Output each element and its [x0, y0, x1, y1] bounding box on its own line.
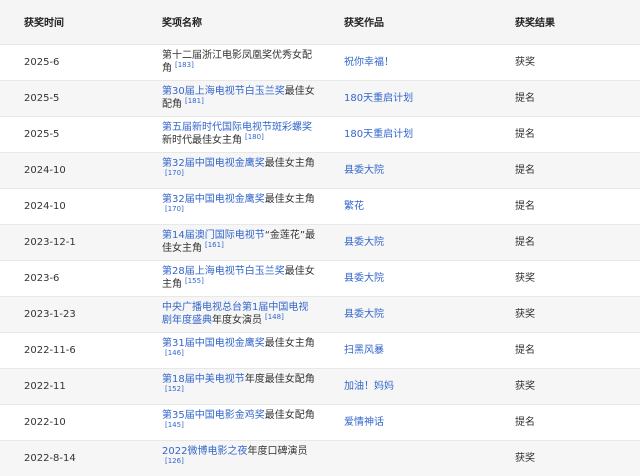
reference-link[interactable]: [180]	[245, 133, 264, 141]
header-award-date: 获奖时间	[24, 18, 64, 30]
award-name-text: 最佳女主角	[264, 338, 315, 349]
award-name: 第32届中国电视金鹰奖最佳女主角 [170]	[141, 152, 322, 188]
award-work-link[interactable]: 县委大院	[322, 224, 494, 260]
reference-link[interactable]: [145]	[165, 421, 184, 429]
award-work-link[interactable]: 爱情神话	[322, 404, 494, 440]
award-name-link[interactable]: 第32届中国电视金鹰奖	[162, 158, 265, 169]
table-row: 2023-6 第28届上海电视节白玉兰奖最佳女主角 [155] 县委大院 获奖	[0, 260, 640, 296]
award-name-link[interactable]: 第28届上海电视节白玉兰奖	[162, 266, 285, 277]
award-work-link[interactable]: 祝你幸福！	[322, 44, 494, 80]
award-date: 2024-10	[24, 200, 66, 212]
table-row: 2022-10 第35届中国电影金鸡奖最佳女配角 [145] 爱情神话 提名	[0, 404, 640, 440]
table-row: 2022-8-14 2022微博电影之夜年度口碑演员 [126] 获奖	[0, 440, 640, 476]
award-date: 2023-12-1	[24, 236, 76, 248]
award-result: 提名	[515, 128, 535, 140]
award-name: 第28届上海电视节白玉兰奖最佳女主角 [155]	[141, 260, 322, 296]
reference-link[interactable]: [170]	[165, 169, 184, 177]
award-date: 2025-5	[24, 128, 60, 140]
award-name: 第18届中美电视节年度最佳女配角 [152]	[141, 368, 322, 404]
award-work-link[interactable]: 县委大院	[322, 296, 494, 332]
header-award-work: 获奖作品	[344, 18, 384, 30]
award-result: 提名	[515, 344, 535, 356]
header-award-result: 获奖结果	[515, 18, 555, 30]
table-row: 2025-5 第30届上海电视节白玉兰奖最佳女配角 [181] 180天重启计划 提名	[0, 80, 640, 116]
award-name-text: 最佳女配角	[264, 410, 315, 421]
award-result: 提名	[515, 92, 535, 104]
award-name: 第十二届浙江电影凤凰奖优秀女配角 [183]	[141, 44, 322, 80]
award-name-link[interactable]: 第五届新时代国际电视节斑彩螺奖	[162, 122, 312, 133]
award-result: 提名	[515, 164, 535, 176]
award-work-link[interactable]: 繁花	[322, 188, 494, 224]
award-work-link[interactable]: 县委大院	[322, 260, 494, 296]
award-name-text: 年度女演员	[212, 315, 262, 326]
award-name-link[interactable]: 第18届中美电视节	[162, 374, 245, 385]
award-name-text: 年度口碑演员	[247, 446, 308, 458]
award-name: 第30届上海电视节白玉兰奖最佳女配角 [181]	[141, 80, 322, 116]
award-result: 提名	[515, 236, 535, 248]
award-work-link[interactable]: 180天重启计划	[322, 116, 494, 152]
table-row: 2025-6 第十二届浙江电影凤凰奖优秀女配角 [183] 祝你幸福！ 获奖	[0, 44, 640, 80]
table-row: 2022-11-6 第31届中国电视金鹰奖最佳女主角 [146] 扫黑风暴 提名	[0, 332, 640, 368]
award-name-text: 年度最佳女配角	[244, 374, 315, 385]
table-row: 2022-11 第18届中美电视节年度最佳女配角 [152] 加油！妈妈 获奖	[0, 368, 640, 404]
award-work-link	[322, 440, 494, 476]
award-result: 提名	[515, 416, 535, 428]
award-name: 第32届中国电视金鹰奖最佳女主角 [170]	[141, 188, 322, 224]
award-date: 2025-5	[24, 92, 60, 104]
award-name-link[interactable]: 第30届上海电视节白玉兰奖	[162, 86, 285, 97]
award-work-link[interactable]: 县委大院	[322, 152, 494, 188]
reference-link[interactable]: [155]	[185, 277, 204, 285]
awards-table: 获奖时间 奖项名称 获奖作品 获奖结果 2025-6 第十二届浙江电影凤凰奖优秀女…	[0, 0, 640, 476]
reference-link[interactable]: [148]	[265, 313, 284, 321]
reference-link[interactable]: [126]	[165, 457, 184, 465]
reference-link[interactable]: [170]	[165, 205, 184, 213]
award-name: 第14届澳门国际电视节“金莲花”最佳女主角 [161]	[141, 224, 322, 260]
award-name-link[interactable]: 第32届中国电视金鹰奖	[162, 194, 265, 205]
reference-link[interactable]: [161]	[205, 241, 224, 249]
award-work-link[interactable]: 扫黑风暴	[322, 332, 494, 368]
table-body: 2025-6 第十二届浙江电影凤凰奖优秀女配角 [183] 祝你幸福！ 获奖 2025-5…	[0, 44, 640, 476]
award-work-link[interactable]: 180天重启计划	[322, 80, 494, 116]
header-row: 获奖时间 奖项名称 获奖作品 获奖结果	[0, 0, 640, 44]
award-date: 2022-10	[24, 416, 66, 428]
award-name: 第五届新时代国际电视节斑彩螺奖新时代最佳女主角 [180]	[141, 116, 322, 152]
award-name: 第35届中国电影金鸡奖最佳女配角 [145]	[141, 404, 322, 440]
award-date: 2024-10	[24, 164, 66, 176]
award-name: 第31届中国电视金鹰奖最佳女主角 [146]	[141, 332, 322, 368]
award-name-text: 新时代最佳女主角	[162, 135, 242, 146]
reference-link[interactable]: [146]	[165, 349, 184, 357]
award-work-link[interactable]: 加油！妈妈	[322, 368, 494, 404]
award-name-link[interactable]: 2022微博电影之夜	[162, 446, 247, 457]
award-name-link[interactable]: 第35届中国电影金鸡奖	[162, 410, 265, 421]
table-header: 获奖时间 奖项名称 获奖作品 获奖结果	[0, 0, 640, 44]
award-date: 2022-8-14	[24, 452, 76, 464]
table-row: 2024-10 第32届中国电视金鹰奖最佳女主角 [170] 县委大院 提名	[0, 152, 640, 188]
award-result: 获奖	[515, 56, 535, 68]
award-date: 2022-11	[24, 380, 66, 392]
award-name: 2022微博电影之夜年度口碑演员 [126]	[141, 440, 322, 476]
table-row: 2025-5 第五届新时代国际电视节斑彩螺奖新时代最佳女主角 [180] 180天重启…	[0, 116, 640, 152]
award-date: 2023-6	[24, 272, 60, 284]
award-result: 获奖	[515, 380, 535, 392]
award-name-link[interactable]: 第31届中国电视金鹰奖	[162, 338, 265, 349]
award-result: 提名	[515, 200, 535, 212]
award-name-text: 最佳女主角	[264, 194, 315, 205]
table-row: 2023-1-23 中央广播电视总台第1届中国电视剧年度盛典年度女演员 [148] 县…	[0, 296, 640, 332]
award-name-text: 最佳女主角	[264, 158, 315, 169]
table-row: 2024-10 第32届中国电视金鹰奖最佳女主角 [170] 繁花 提名	[0, 188, 640, 224]
award-date: 2025-6	[24, 56, 60, 68]
award-date: 2023-1-23	[24, 308, 76, 320]
award-result: 获奖	[515, 452, 535, 464]
award-result: 获奖	[515, 272, 535, 284]
header-award-name: 奖项名称	[162, 18, 202, 30]
award-result: 获奖	[515, 308, 535, 320]
award-name-link[interactable]: 第14届澳门国际电视节	[162, 230, 265, 241]
reference-link[interactable]: [181]	[185, 97, 204, 105]
reference-link[interactable]: [152]	[165, 385, 184, 393]
table-row: 2023-12-1 第14届澳门国际电视节“金莲花”最佳女主角 [161] 县委大院 提…	[0, 224, 640, 260]
reference-link[interactable]: [183]	[175, 61, 194, 69]
award-name: 中央广播电视总台第1届中国电视剧年度盛典年度女演员 [148]	[141, 296, 322, 332]
award-date: 2022-11-6	[24, 344, 76, 356]
